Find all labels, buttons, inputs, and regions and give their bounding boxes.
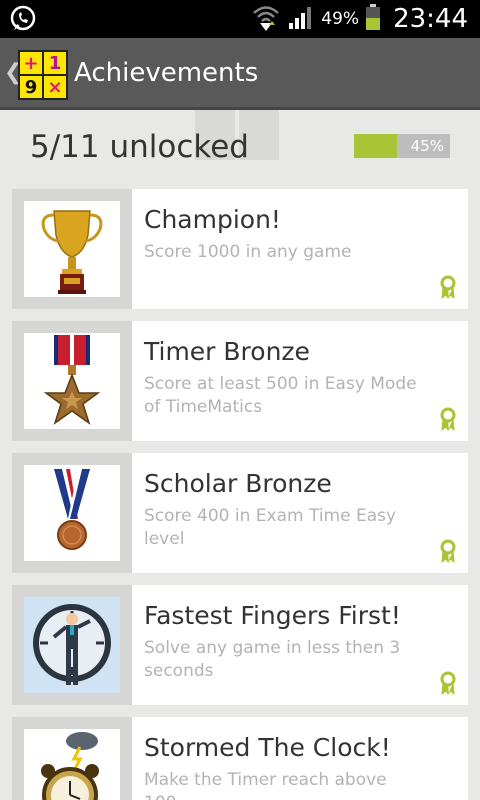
achievement-title: Stormed The Clock! xyxy=(144,733,391,762)
progress-label: 45% xyxy=(410,137,444,155)
achievement-title: Fastest Fingers First! xyxy=(144,601,401,630)
achievements-list-area[interactable]: 5/11 unlocked 45% Champion! Score 1000 i… xyxy=(0,110,480,800)
progress-fill xyxy=(354,134,398,158)
achievement-description: Score 1000 in any game xyxy=(144,242,352,262)
achievement-title: Champion! xyxy=(144,205,281,234)
achievement-card-scholar-bronze[interactable]: Scholar Bronze Score 400 in Exam Time Ea… xyxy=(12,453,468,573)
wifi-icon xyxy=(251,3,281,35)
logo-tile-nine: 9 xyxy=(20,76,42,98)
app-logo[interactable]: + 1 9 × xyxy=(18,50,68,100)
clock-man-icon xyxy=(24,597,120,693)
signal-icon xyxy=(287,3,315,35)
whatsapp-icon xyxy=(8,5,38,33)
ribbon-badge-icon xyxy=(440,275,456,299)
logo-tile-one: 1 xyxy=(44,52,66,74)
bronze-star-medal-icon xyxy=(24,333,120,429)
achievement-card-champion[interactable]: Champion! Score 1000 in any game xyxy=(12,189,468,309)
action-bar: ❮ + 1 9 × Achievements xyxy=(0,38,480,110)
achievement-description: Make the Timer reach above 100 xyxy=(144,770,387,800)
bronze-medal-icon xyxy=(24,465,120,561)
storm-alarm-clock-icon xyxy=(24,729,120,800)
battery-icon xyxy=(365,3,381,35)
page-title: Achievements xyxy=(74,58,259,88)
trophy-icon xyxy=(24,201,120,297)
achievement-card-fastest-fingers[interactable]: Fastest Fingers First! Solve any game in… xyxy=(12,585,468,705)
achievement-description: Score at least 500 in Easy Mode of TimeM… xyxy=(144,374,417,417)
achievement-description: Solve any game in less then 3 seconds xyxy=(144,638,401,681)
achievement-card-timer-bronze[interactable]: Timer Bronze Score at least 500 in Easy … xyxy=(12,321,468,441)
achievement-title: Scholar Bronze xyxy=(144,469,332,498)
achievement-card-stormed-clock[interactable]: Stormed The Clock! Make the Timer reach … xyxy=(12,717,468,800)
battery-percent: 49% xyxy=(321,9,360,29)
achievement-title: Timer Bronze xyxy=(144,337,310,366)
achievement-description: Score 400 in Exam Time Easy level xyxy=(144,506,397,549)
logo-tile-times: × xyxy=(44,76,66,98)
logo-tile-plus: + xyxy=(20,52,42,74)
progress-bar: 45% xyxy=(354,134,450,158)
clock-time: 23:44 xyxy=(393,4,468,34)
ribbon-badge-icon xyxy=(440,407,456,431)
status-bar: 49% 23:44 xyxy=(0,0,480,38)
unlocked-count: 5/11 unlocked xyxy=(30,129,249,165)
ribbon-badge-icon xyxy=(440,539,456,563)
ribbon-badge-icon xyxy=(440,671,456,695)
